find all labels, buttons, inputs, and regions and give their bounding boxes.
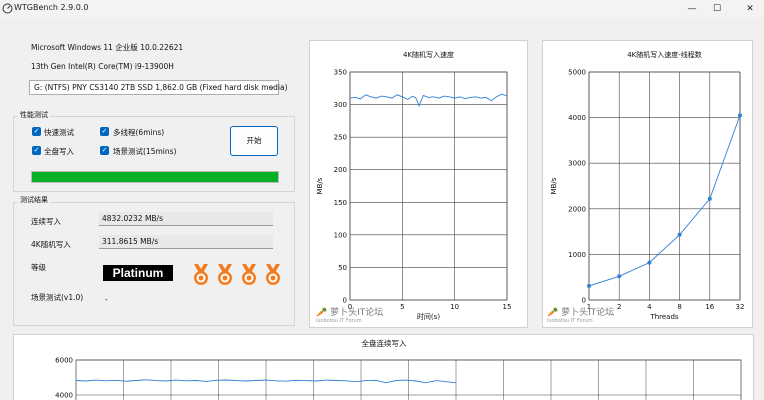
quick-test-label: 快速测试 xyxy=(44,128,74,137)
y-tick-label: 6000 xyxy=(55,357,73,365)
chart-full-disk-write: 全盘连续写入 4000 6000 xyxy=(13,334,754,400)
y-tick-label: 0 xyxy=(343,297,347,305)
watermark-1-sub: luobotou IT Forum xyxy=(316,318,362,324)
chevron-down-icon: ⌄ xyxy=(269,83,275,91)
full-write-label: 全盘写入 xyxy=(44,147,74,156)
chart-4k-threads: 4K随机写入速度-线程数 0 1000 2000 3000 4000 5000 1 2 4 8 16 3… xyxy=(542,40,753,328)
watermark-1: 🥕 萝卜头IT论坛 luobotou IT Forum xyxy=(316,308,384,324)
progress-fill xyxy=(32,172,278,182)
scene-test-checkbox[interactable]: ✓ xyxy=(100,146,109,155)
multithread-checkbox[interactable]: ✓ xyxy=(100,127,109,136)
close-button[interactable]: ✕ xyxy=(738,0,762,18)
data-point xyxy=(677,232,682,237)
data-point xyxy=(707,196,712,201)
plot-frame xyxy=(588,71,741,301)
rand4k-box: 311.8615 MB/s xyxy=(99,235,273,249)
x-tick-label: 16 xyxy=(705,303,714,311)
y-tick-label: 200 xyxy=(334,166,347,174)
cpu-info: 13th Gen Intel(R) Core(TM) i9-13900H xyxy=(31,62,174,71)
scene-result-value: - xyxy=(105,295,108,304)
y-axis-label: MB/s xyxy=(316,177,324,194)
chart-4k-random-write: 4K随机写入速度 0 50 100 150 200 250 300 350 0 5 10 15 时间(s)… xyxy=(309,40,528,328)
data-point xyxy=(647,260,652,265)
maximize-button[interactable]: ☐ xyxy=(705,0,729,18)
rand4k-value: 311.8615 MB/s xyxy=(102,237,159,246)
series-line xyxy=(349,93,508,108)
os-info: Microsoft Windows 11 企业版 10.0.22621 xyxy=(31,43,184,52)
seq-write-box: 4832.0232 MB/s xyxy=(99,212,273,226)
y-tick-label: 250 xyxy=(334,134,347,142)
chart-title: 全盘连续写入 xyxy=(362,338,407,348)
x-tick-label: 5 xyxy=(400,303,404,311)
chart-4k-random-write-svg: 4K随机写入速度0501001502002503003500 5 10 15时间(s)… xyxy=(316,50,512,321)
y-tick-label: 2000 xyxy=(568,205,586,213)
y-tick-label: 5000 xyxy=(568,69,586,77)
y-tick-label: 150 xyxy=(334,199,347,207)
app-icon xyxy=(2,3,13,14)
y-tick-label: 50 xyxy=(338,264,347,272)
medal-icon xyxy=(194,264,208,285)
series-line xyxy=(588,115,741,287)
quick-test-checkbox[interactable]: ✓ xyxy=(32,127,41,136)
minimize-button[interactable]: — xyxy=(680,0,704,18)
x-tick-label: 10 xyxy=(450,303,459,311)
watermark-2-name: 萝卜头IT论坛 xyxy=(561,308,615,318)
y-tick-label: 4000 xyxy=(55,392,73,400)
scene-result-label: 场景测试(v1.0) xyxy=(31,293,84,302)
x-tick-label: 4 xyxy=(647,303,652,311)
medal-icon xyxy=(266,264,280,285)
y-tick-label: 1000 xyxy=(568,251,586,259)
x-axis-label: 时间(s) xyxy=(417,312,440,321)
data-point xyxy=(587,283,591,288)
y-tick-label: 350 xyxy=(334,69,347,77)
medal-icon xyxy=(242,264,256,285)
results-label: 测试结果 xyxy=(18,195,50,205)
data-point xyxy=(617,274,622,279)
x-tick-label: 2 xyxy=(617,303,621,311)
y-axis-label: MB/s xyxy=(550,177,558,194)
x-tick-label: 32 xyxy=(736,303,745,311)
title-bar: WTGBench 2.9.0.0 — ☐ ✕ xyxy=(0,0,764,18)
seq-write-label: 连续写入 xyxy=(31,217,61,226)
plot-frame xyxy=(349,71,508,301)
perf-test-label: 性能测试 xyxy=(18,110,50,120)
rand4k-label: 4K随机写入 xyxy=(31,240,71,249)
chart-full-disk-write-svg: 全盘连续写入 4000 6000 xyxy=(55,338,742,400)
x-tick-label: 15 xyxy=(503,303,512,311)
watermark-2-sub: luobotou IT Forum xyxy=(547,318,593,324)
watermark-2: 🥕 萝卜头IT论坛 luobotou IT Forum xyxy=(547,308,615,324)
window-title: WTGBench 2.9.0.0 xyxy=(14,3,89,12)
watermark-1-name: 萝卜头IT论坛 xyxy=(330,308,384,318)
chart-title: 4K随机写入速度 xyxy=(403,50,454,59)
scene-test-label: 场景测试(15mins) xyxy=(113,147,177,156)
y-tick-label: 3000 xyxy=(568,160,586,168)
grade-badge: Platinum xyxy=(103,265,173,281)
y-tick-label: 4000 xyxy=(568,114,586,122)
y-tick-label: 0 xyxy=(582,297,586,305)
multithread-label: 多线程(6mins) xyxy=(113,128,165,137)
y-tick-label: 300 xyxy=(334,101,347,109)
grade-label: 等级 xyxy=(31,263,46,272)
chart-title: 4K随机写入速度-线程数 xyxy=(627,50,702,59)
disk-select-value: G: (NTFS) PNY CS3140 2TB SSD 1,862.0 GB … xyxy=(34,83,288,92)
chart-4k-threads-svg: 4K随机写入速度-线程数0100020003000400050001 2 4 8 16 3… xyxy=(550,50,745,321)
y-tick-label: 100 xyxy=(334,231,347,239)
x-axis-label: Threads xyxy=(649,313,678,321)
medal-icon xyxy=(218,264,232,285)
start-button[interactable]: 开始 xyxy=(230,126,278,156)
seq-write-value: 4832.0232 MB/s xyxy=(102,214,163,223)
data-point xyxy=(738,113,742,118)
disk-select[interactable]: G: (NTFS) PNY CS3140 2TB SSD 1,862.0 GB … xyxy=(29,80,288,95)
x-tick-label: 8 xyxy=(677,303,681,311)
full-write-checkbox[interactable]: ✓ xyxy=(32,146,41,155)
progress-bar xyxy=(31,171,279,183)
